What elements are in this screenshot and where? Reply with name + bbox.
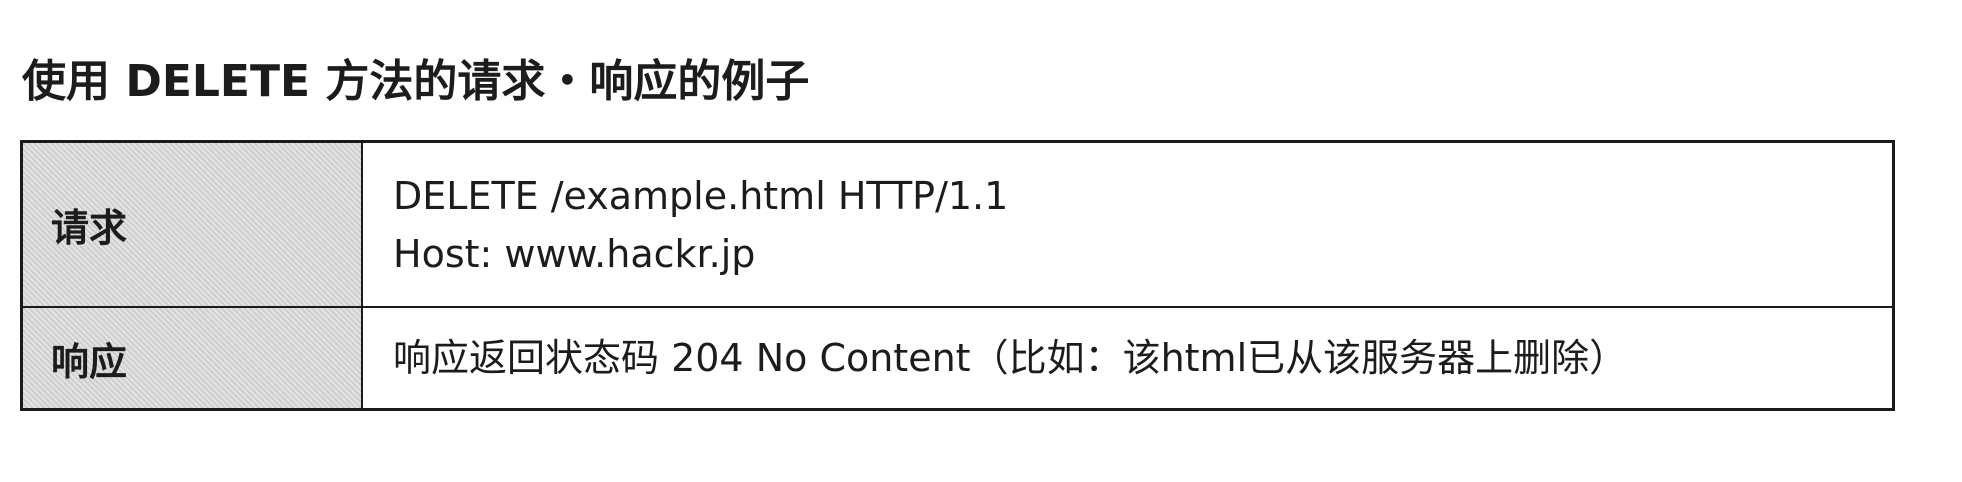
page-title: 使用 DELETE 方法的请求・响应的例子: [22, 56, 810, 107]
response-row: 响应 响应返回状态码 204 No Content（比如：该html已从该服务器…: [23, 306, 1892, 408]
response-line: 响应返回状态码 204 No Content（比如：该html已从该服务器上删除…: [393, 336, 1628, 380]
request-label: 请求: [23, 143, 363, 306]
response-label: 响应: [23, 308, 363, 408]
request-row: 请求 DELETE /example.html HTTP/1.1 Host: w…: [23, 143, 1892, 306]
example-table: 请求 DELETE /example.html HTTP/1.1 Host: w…: [20, 140, 1895, 411]
response-content: 响应返回状态码 204 No Content（比如：该html已从该服务器上删除…: [363, 308, 1892, 408]
request-line: DELETE /example.html HTTP/1.1: [393, 173, 1009, 218]
host-line: Host: www.hackr.jp: [393, 231, 756, 276]
request-content: DELETE /example.html HTTP/1.1 Host: www.…: [363, 143, 1892, 306]
